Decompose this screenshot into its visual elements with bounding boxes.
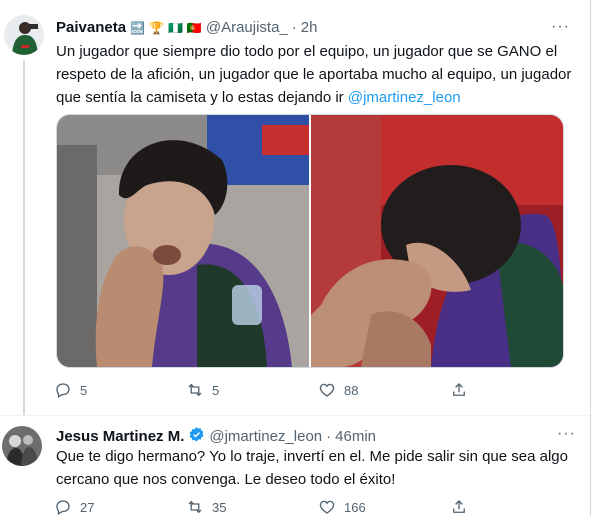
- nigeria-flag-emoji: 🇳🇬: [167, 20, 183, 35]
- thread-line: [23, 60, 25, 415]
- more-icon[interactable]: ···: [557, 425, 576, 443]
- avatar[interactable]: [4, 15, 44, 55]
- tweet-paivaneta[interactable]: Paivaneta 🔜 🏆 🇳🇬 🇵🇹 @Araujista_ · 2h ···…: [0, 0, 590, 415]
- like-count: 166: [344, 499, 366, 515]
- share-icon: [453, 383, 465, 396]
- separator: ·: [291, 19, 297, 36]
- share-icon: [453, 500, 465, 513]
- timestamp[interactable]: 2h: [301, 19, 318, 36]
- share-button[interactable]: [450, 498, 582, 516]
- like-icon: [319, 500, 335, 514]
- reply-icon: [56, 383, 70, 398]
- retweet-icon: [188, 383, 202, 397]
- reply-button[interactable]: 5: [54, 381, 186, 399]
- retweet-count: 5: [212, 382, 220, 398]
- tweet-body: Un jugador que siempre dio todo por el e…: [56, 43, 572, 106]
- timestamp[interactable]: 46min: [335, 428, 376, 445]
- tweet-text: Un jugador que siempre dio todo por el e…: [56, 40, 576, 109]
- like-button[interactable]: 88: [318, 381, 450, 399]
- separator: ·: [326, 428, 332, 445]
- tweet-actions: 5 5 88: [54, 381, 582, 399]
- reply-button[interactable]: 27: [54, 498, 186, 516]
- tweet-header: Paivaneta 🔜 🏆 🇳🇬 🇵🇹 @Araujista_ · 2h: [56, 19, 317, 36]
- user-handle[interactable]: @jmartinez_leon: [209, 428, 322, 445]
- verified-icon: [188, 426, 205, 447]
- user-handle[interactable]: @Araujista_: [206, 19, 288, 36]
- soon-emoji: 🔜: [130, 20, 145, 35]
- tweet-media[interactable]: [56, 114, 564, 368]
- photo-right[interactable]: [311, 115, 563, 367]
- like-button[interactable]: 166: [318, 498, 450, 516]
- user-name[interactable]: Jesus Martinez M.: [56, 428, 184, 445]
- retweet-icon: [188, 500, 202, 514]
- timeline-border: [590, 0, 591, 516]
- tweet-text: Que te digo hermano? Yo lo traje, invert…: [56, 448, 568, 488]
- like-count: 88: [344, 382, 359, 398]
- reply-count: 5: [80, 382, 88, 398]
- photo-left[interactable]: [57, 115, 309, 367]
- share-button[interactable]: [450, 381, 582, 399]
- reply-icon: [56, 500, 70, 515]
- reply-count: 27: [80, 499, 95, 515]
- trophy-emoji: 🏆: [149, 20, 164, 35]
- retweet-count: 35: [212, 499, 227, 515]
- like-icon: [319, 383, 335, 397]
- more-icon[interactable]: ···: [551, 18, 570, 36]
- retweet-button[interactable]: 5: [186, 381, 318, 399]
- mention-link[interactable]: @jmartinez_leon: [348, 89, 461, 106]
- user-name[interactable]: Paivaneta: [56, 19, 126, 36]
- tweet-actions: 27 35 166: [54, 498, 582, 516]
- avatar[interactable]: [2, 426, 42, 466]
- portugal-flag-emoji: 🇵🇹: [186, 20, 202, 35]
- tweet-header: Jesus Martinez M. @jmartinez_leon · 46mi…: [56, 426, 376, 447]
- retweet-button[interactable]: 35: [186, 498, 318, 516]
